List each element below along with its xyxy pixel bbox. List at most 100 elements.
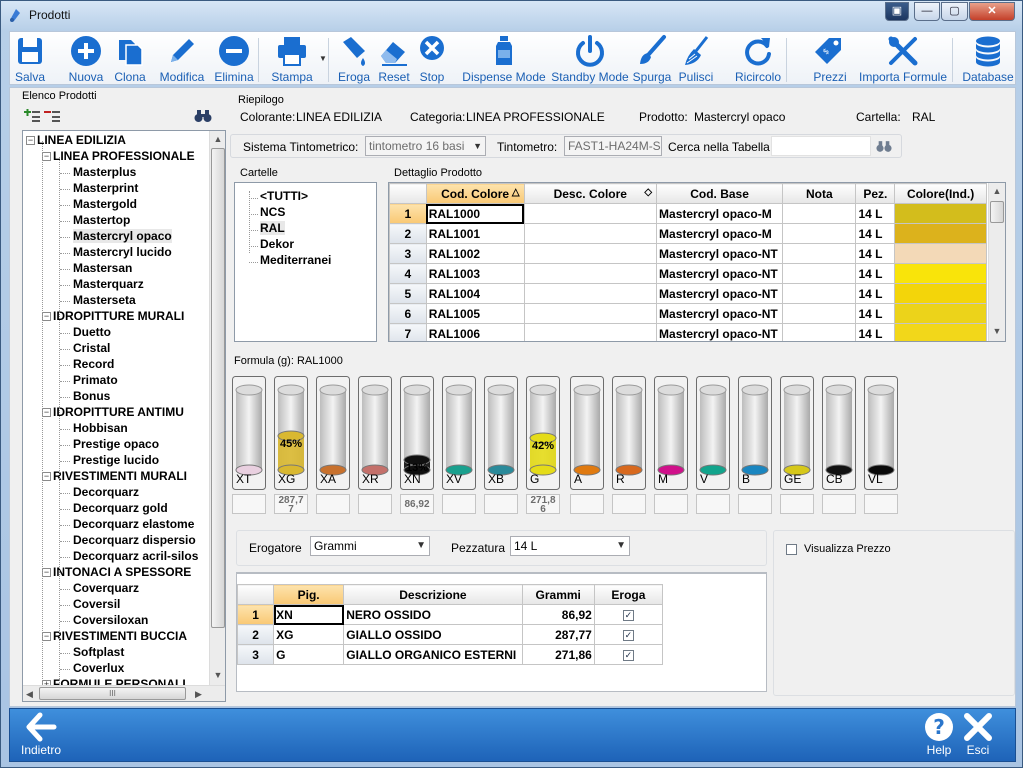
cartella-item[interactable]: <TUTTI> [260,189,308,203]
tree-item[interactable]: Masterprint [73,181,138,195]
scroll-up-icon[interactable]: ▲ [210,131,225,147]
column-header[interactable]: Desc. Colore ◇ [523,183,658,204]
pez-cell[interactable]: 14 L [855,243,896,264]
canister[interactable]: CB [822,376,856,490]
tree-expander-icon[interactable]: − [42,568,51,577]
eroga-cell[interactable]: ✓ [593,624,664,645]
erogatore-select[interactable]: Grammi ▼ [310,536,430,556]
exit-button[interactable]: Esci [960,711,996,757]
binoculars-icon[interactable] [194,109,212,123]
eroga-checkbox[interactable]: ✓ [622,609,634,621]
tree-item[interactable]: Prestige lucido [73,453,159,467]
pez-cell[interactable]: 14 L [855,303,896,324]
toolbar-eroga-button[interactable]: Eroga [334,34,374,84]
table-row[interactable]: 4 RAL1003 Mastercryl opaco-NT 14 L [389,263,987,284]
toolbar-pulisci-button[interactable]: Pulisci [676,34,716,84]
tree-hscrollbar[interactable]: ◀ III ▶ [23,685,225,701]
maximize-button[interactable]: ▢ [941,2,968,21]
cod-colore-cell[interactable]: RAL1005 [425,303,525,324]
cod-colore-cell[interactable]: RAL1006 [425,323,525,341]
grammi-cell[interactable]: 86,92 [521,604,595,625]
tree-item[interactable]: Decorquarz acril-silos [73,549,198,563]
tree-item[interactable]: Masterquarz [73,277,144,291]
toolbar-clona-button[interactable]: Clona [110,34,150,84]
tree-item[interactable]: LINEA PROFESSIONALE [53,149,195,163]
toolbar-reset-button[interactable]: Reset [376,34,412,84]
canister[interactable]: XT [232,376,266,490]
pez-cell[interactable]: 14 L [855,283,896,304]
tree-item[interactable]: Duetto [73,325,111,339]
tree-item[interactable]: Mastergold [73,197,137,211]
canister[interactable]: XV [442,376,476,490]
cod-base-cell[interactable]: Mastercryl opaco-M [656,203,784,224]
descrizione-cell[interactable]: NERO OSSIDO [343,604,523,625]
nota-cell[interactable] [782,303,857,324]
canister[interactable]: 13% XN [400,376,434,490]
cod-colore-cell[interactable]: RAL1002 [425,243,525,264]
minimize-button[interactable]: — [914,2,940,21]
column-header[interactable]: Eroga [593,584,664,605]
sort-indicator-icon[interactable]: ◇ [644,187,652,198]
eroga-checkbox[interactable]: ✓ [622,629,634,641]
cod-base-cell[interactable]: Mastercryl opaco-NT [656,283,784,304]
tree-item[interactable]: INTONACI A SPESSORE [53,565,191,579]
close-button[interactable]: ✕ [969,2,1015,21]
cerca-input[interactable] [771,136,871,156]
canister[interactable]: 45% XG [274,376,308,490]
help-button[interactable]: ? Help [921,711,957,757]
canister[interactable]: 42% G [526,376,560,490]
column-header[interactable]: Descrizione [343,584,523,605]
tree-item[interactable]: RIVESTIMENTI BUCCIA [53,629,187,643]
pig-cell[interactable]: XN [273,604,345,625]
tree-item[interactable]: RIVESTIMENTI MURALI [53,469,187,483]
tree-item[interactable]: Coverlux [73,661,124,675]
cod-base-cell[interactable]: Mastercryl opaco-M [656,223,784,244]
nota-cell[interactable] [782,323,857,341]
tree-item[interactable]: LINEA EDILIZIA [37,133,126,147]
cartella-item[interactable]: Dekor [260,237,294,251]
toolbar-salva-button[interactable]: Salva [10,34,50,84]
pig-cell[interactable]: XG [273,624,345,645]
tree-item-selected[interactable]: Mastercryl opaco [73,229,172,243]
descrizione-cell[interactable]: GIALLO ORGANICO ESTERNI [343,644,523,665]
tree-item[interactable]: Masterseta [73,293,136,307]
pez-cell[interactable]: 14 L [855,263,896,284]
cod-colore-cell[interactable]: RAL1000 [425,203,525,224]
toolbar-spurga-button[interactable]: Spurga [632,34,672,84]
column-header[interactable]: Pez. [855,183,896,204]
column-header[interactable]: Cod. Colore △ [425,183,525,204]
tree-item[interactable]: Decorquarz dispersio [73,533,196,547]
canister[interactable]: XB [484,376,518,490]
scroll-thumb[interactable] [211,148,225,628]
pez-cell[interactable]: 14 L [855,323,896,341]
tree-item[interactable]: Mastertop [73,213,130,227]
scroll-down-icon[interactable]: ▼ [989,323,1005,339]
nota-cell[interactable] [782,243,857,264]
canister[interactable]: VL [864,376,898,490]
tree-item[interactable]: IDROPITTURE MURALI [53,309,184,323]
cod-base-cell[interactable]: Mastercryl opaco-NT [656,263,784,284]
tree-item[interactable]: Mastercryl lucido [73,245,172,259]
column-header[interactable]: Nota [782,183,857,204]
binoculars-icon[interactable] [876,140,892,153]
toolbar-prezzi-button[interactable]: $ Prezzi [810,34,850,84]
grammi-cell[interactable]: 287,77 [521,624,595,645]
cod-colore-cell[interactable]: RAL1003 [425,263,525,284]
scroll-left-icon[interactable]: ◀ [26,689,33,700]
tree-item[interactable]: Coverquarz [73,581,139,595]
toolbar-stop-button[interactable]: Stop [414,34,450,84]
table-row[interactable]: 5 RAL1004 Mastercryl opaco-NT 14 L [389,283,987,304]
cod-base-cell[interactable]: Mastercryl opaco-NT [656,243,784,264]
tree-expander-icon[interactable]: − [42,472,51,481]
table-row[interactable]: 7 RAL1006 Mastercryl opaco-NT 14 L [389,323,987,341]
pig-cell[interactable]: G [273,644,345,665]
desc-colore-cell[interactable] [523,263,658,284]
column-header[interactable]: Pig. [273,584,345,605]
tree-item[interactable]: Decorquarz elastome [73,517,194,531]
dettaglio-scrollbar[interactable]: ▲ ▼ [988,183,1005,341]
toolbar-standby-mode-button[interactable]: Standby Mode [543,34,637,84]
tree-item[interactable]: Coversil [73,597,120,611]
table-row[interactable]: 1 XN NERO OSSIDO 86,92 ✓ [236,604,664,625]
cartella-item[interactable]: RAL [260,221,285,235]
nota-cell[interactable] [782,283,857,304]
